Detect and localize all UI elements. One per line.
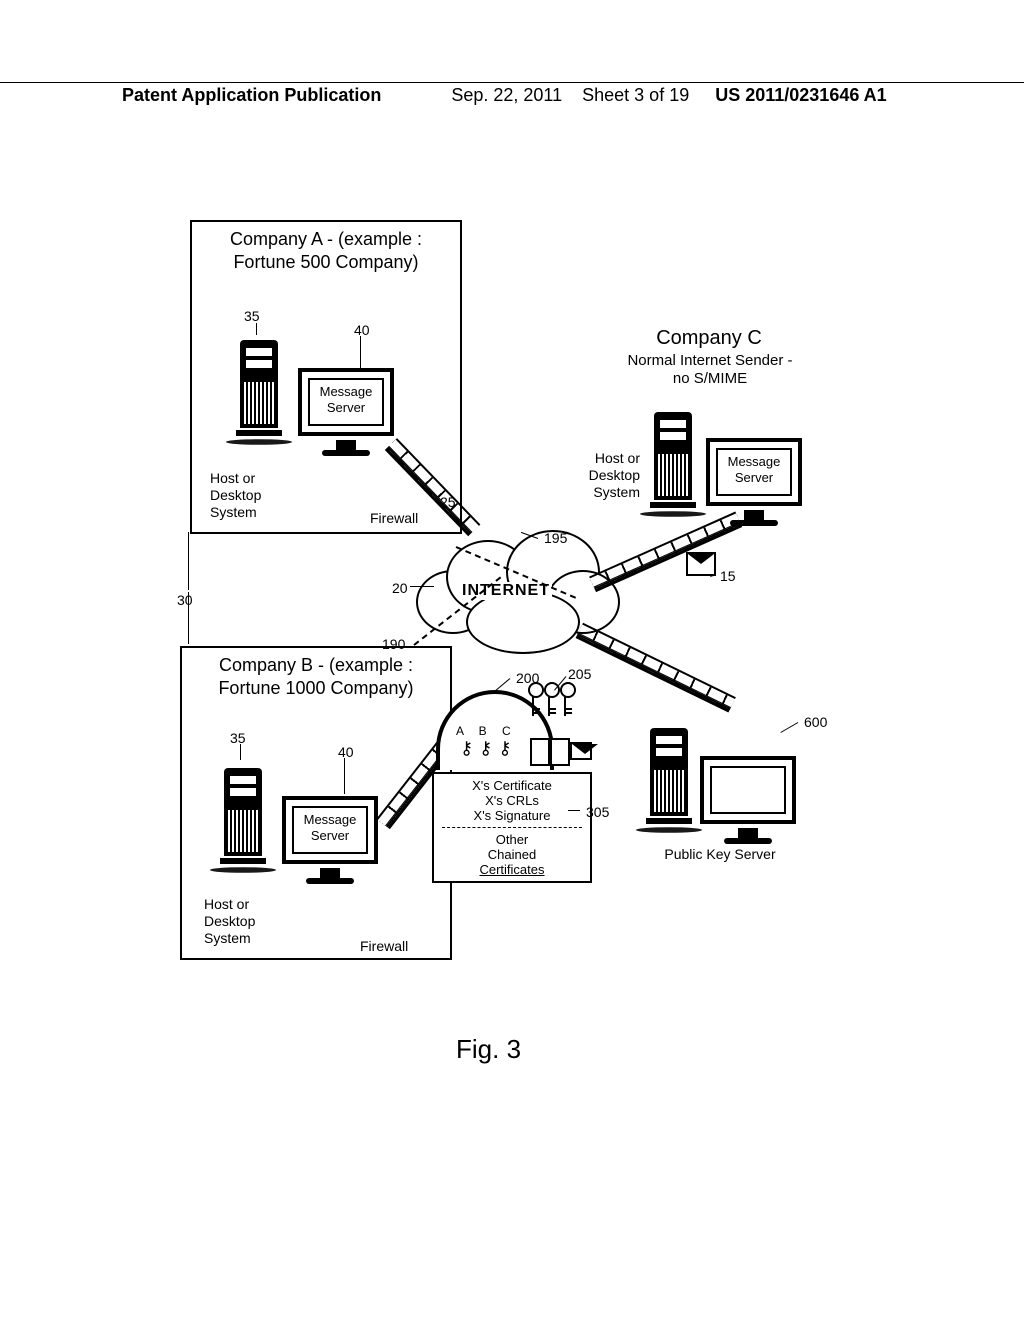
ref-195: 195 xyxy=(544,530,567,547)
company-a-title: Company A - (example : Fortune 500 Compa… xyxy=(192,228,460,275)
ref-40-b: 40 xyxy=(338,744,354,761)
pki-cabinet-2-icon xyxy=(550,738,570,766)
company-c-msg-server-label: Message Server xyxy=(716,454,792,485)
pki-arch-keys-icon: ⚷⚷⚷ xyxy=(460,738,518,759)
company-a-title-l2: Fortune 500 Company) xyxy=(233,252,418,272)
key-icon-3 xyxy=(560,682,572,722)
ref-20: 20 xyxy=(392,580,408,597)
header-sheet: Sheet 3 of 19 xyxy=(562,85,689,106)
key-icon-1 xyxy=(528,682,540,722)
pki-cabinet-1-icon xyxy=(530,738,550,766)
company-a-title-l1: Company A - (example : xyxy=(230,229,422,249)
page-header: Patent Application Publication Sep. 22, … xyxy=(0,82,1024,106)
company-b-host-label: Host or Desktop System xyxy=(204,896,255,946)
header-pubno: US 2011/0231646 A1 xyxy=(689,85,886,106)
company-a-tower-icon xyxy=(232,330,286,456)
company-a-firewall-label: Firewall xyxy=(370,510,418,527)
company-b-firewall-label: Firewall xyxy=(360,938,408,955)
ref-305: 305 xyxy=(586,804,609,821)
ref-30: 30 xyxy=(177,592,193,609)
company-c-tower-icon xyxy=(646,402,700,528)
ref-205: 205 xyxy=(568,666,591,683)
pks-label: Public Key Server xyxy=(630,846,810,863)
pki-abc-label: A B C xyxy=(456,724,517,738)
company-c-sub: Normal Internet Sender - no S/MIME xyxy=(580,352,840,388)
chain-l1: Other xyxy=(442,832,582,847)
certificate-panel: X's Certificate X's CRLs X's Signature O… xyxy=(432,772,592,883)
company-a-msg-server-label: Message Server xyxy=(308,384,384,415)
pks-tower-icon xyxy=(642,718,696,844)
envelope-icon xyxy=(686,552,716,576)
company-b-title: Company B - (example : Fortune 1000 Comp… xyxy=(182,654,450,701)
ref-35-a: 35 xyxy=(244,308,260,325)
patent-page: Patent Application Publication Sep. 22, … xyxy=(0,0,1024,1320)
chain-l3: Certificates xyxy=(442,862,582,877)
ref-40-a: 40 xyxy=(354,322,370,339)
ref-35-b: 35 xyxy=(230,730,246,747)
company-a-host-label: Host or Desktop System xyxy=(210,470,261,520)
company-b-msg-server-label: Message Server xyxy=(292,812,368,843)
company-c-title: Company C xyxy=(594,326,824,350)
cert-l2: X's CRLs xyxy=(442,793,582,808)
ref-15: 15 xyxy=(720,568,736,585)
header-pub-label: Patent Application Publication xyxy=(0,85,381,106)
cert-l3: X's Signature xyxy=(442,808,582,823)
company-b-title-l2: Fortune 1000 Company) xyxy=(218,678,413,698)
ref-600: 600 xyxy=(804,714,827,731)
pipe-pks-internet xyxy=(577,623,736,710)
company-b-title-l1: Company B - (example : xyxy=(219,655,413,675)
figure-diagram: Company A - (example : Fortune 500 Compa… xyxy=(180,220,900,980)
company-c-host-label: Host or Desktop System xyxy=(584,450,640,500)
cert-l1: X's Certificate xyxy=(442,778,582,793)
pki-envelope-icon xyxy=(570,742,592,760)
company-b-tower-icon xyxy=(216,758,270,884)
figure-label: Fig. 3 xyxy=(456,1034,521,1065)
chain-l2: Chained xyxy=(442,847,582,862)
ref-190: 190 xyxy=(382,636,405,653)
pks-monitor-icon xyxy=(700,756,796,844)
header-date: Sep. 22, 2011 xyxy=(381,85,562,106)
